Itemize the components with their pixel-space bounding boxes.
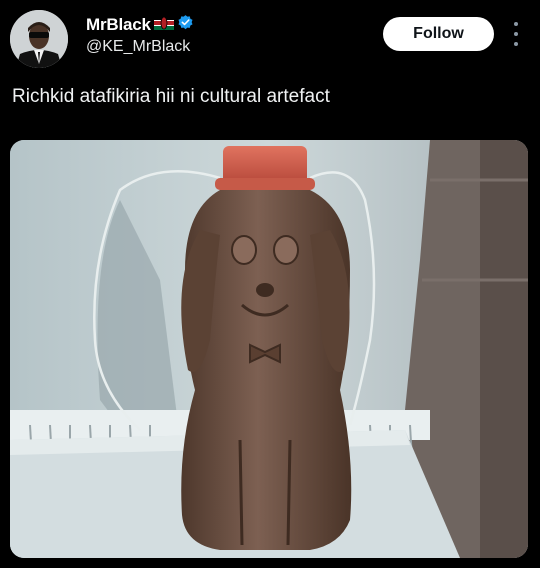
author-name-row: MrBlack xyxy=(86,14,194,36)
tweet-header: MrBlack @KE_MrBlack Follow xyxy=(0,0,540,76)
author-display-name[interactable]: MrBlack xyxy=(86,15,151,35)
avatar-image xyxy=(10,10,68,68)
follow-button[interactable]: Follow xyxy=(383,17,494,51)
photo-icon xyxy=(10,140,528,558)
verified-badge-icon xyxy=(177,14,194,36)
tweet-text: Richkid atafikiria hii ni cultural artef… xyxy=(12,86,330,107)
more-vertical-icon[interactable] xyxy=(508,22,524,46)
tweet-media-image[interactable] xyxy=(10,140,528,558)
avatar[interactable] xyxy=(10,10,68,68)
author-handle[interactable]: @KE_MrBlack xyxy=(86,38,190,56)
kenya-flag-icon xyxy=(153,15,174,35)
